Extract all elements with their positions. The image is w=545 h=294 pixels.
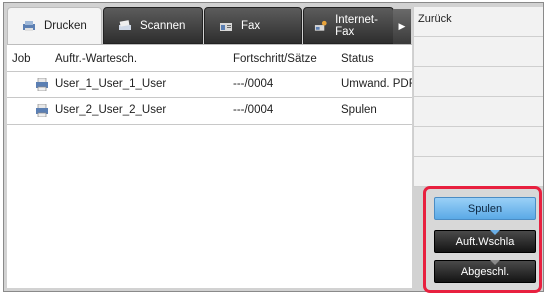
- tab-internet-fax[interactable]: Internet-Fax: [303, 7, 394, 44]
- job-progress: ---/0004: [233, 78, 274, 90]
- tab-scroll-right-button[interactable]: ▶: [393, 9, 411, 44]
- printer-icon: [23, 21, 35, 31]
- job-name: User_2_User_2_User: [55, 104, 167, 116]
- back-button[interactable]: Zurück: [414, 7, 543, 37]
- print-job-icon: [36, 78, 48, 91]
- tab-internet-fax-label: Internet-Fax: [335, 13, 378, 38]
- side-panel-slot: [414, 127, 543, 157]
- side-panel-slot: [414, 97, 543, 127]
- header-progress: Fortschritt/Sätze: [233, 53, 317, 65]
- header-job: Job: [12, 53, 31, 65]
- tab-scan[interactable]: Scannen: [103, 7, 203, 44]
- job-name: User_1_User_1_User: [55, 78, 167, 90]
- back-button-label: Zurück: [418, 13, 452, 25]
- job-status: Spulen: [341, 104, 377, 116]
- right-arrow-icon: ▶: [398, 21, 406, 31]
- down-arrow-icon: [490, 260, 500, 265]
- side-panel: Zurück: [413, 7, 543, 187]
- job-status: Umwand. PDF: [341, 78, 412, 90]
- job-queue-label: Auft.Wschla: [455, 235, 515, 248]
- job-progress: ---/0004: [233, 104, 274, 116]
- print-job-icon: [36, 104, 48, 117]
- fax-icon: [220, 22, 232, 31]
- down-arrow-icon: [490, 230, 500, 235]
- header-queue: Auftr.-Wartesch.: [55, 53, 138, 65]
- spool-queue-button[interactable]: Spulen: [434, 197, 536, 220]
- queue-selector-highlight: Spulen Auft.Wschla Abgeschl.: [423, 186, 542, 293]
- side-panel-slot: [414, 37, 543, 67]
- side-panel-slot: [414, 157, 543, 187]
- tab-print-label: Drucken: [44, 20, 87, 32]
- job-queue-button[interactable]: Auft.Wschla: [434, 230, 536, 253]
- table-row[interactable]: User_2_User_2_User ---/0004 Spulen: [7, 97, 412, 125]
- completed-queue-button[interactable]: Abgeschl.: [434, 260, 536, 283]
- tab-fax-label: Fax: [241, 19, 261, 32]
- tab-fax[interactable]: Fax: [204, 7, 302, 44]
- internet-fax-icon: [314, 20, 327, 31]
- spool-queue-label: Spulen: [467, 202, 503, 215]
- scanner-icon: [119, 19, 131, 30]
- table-row[interactable]: User_1_User_1_User ---/0004 Umwand. PDF: [7, 71, 412, 98]
- tab-scan-label: Scannen: [140, 19, 186, 32]
- side-panel-slot: [414, 67, 543, 97]
- header-status: Status: [341, 53, 374, 65]
- completed-queue-label: Abgeschl.: [460, 265, 510, 278]
- job-list: Job Auftr.-Wartesch. Fortschritt/Sätze S…: [7, 44, 412, 288]
- tab-print[interactable]: Drucken: [7, 7, 102, 44]
